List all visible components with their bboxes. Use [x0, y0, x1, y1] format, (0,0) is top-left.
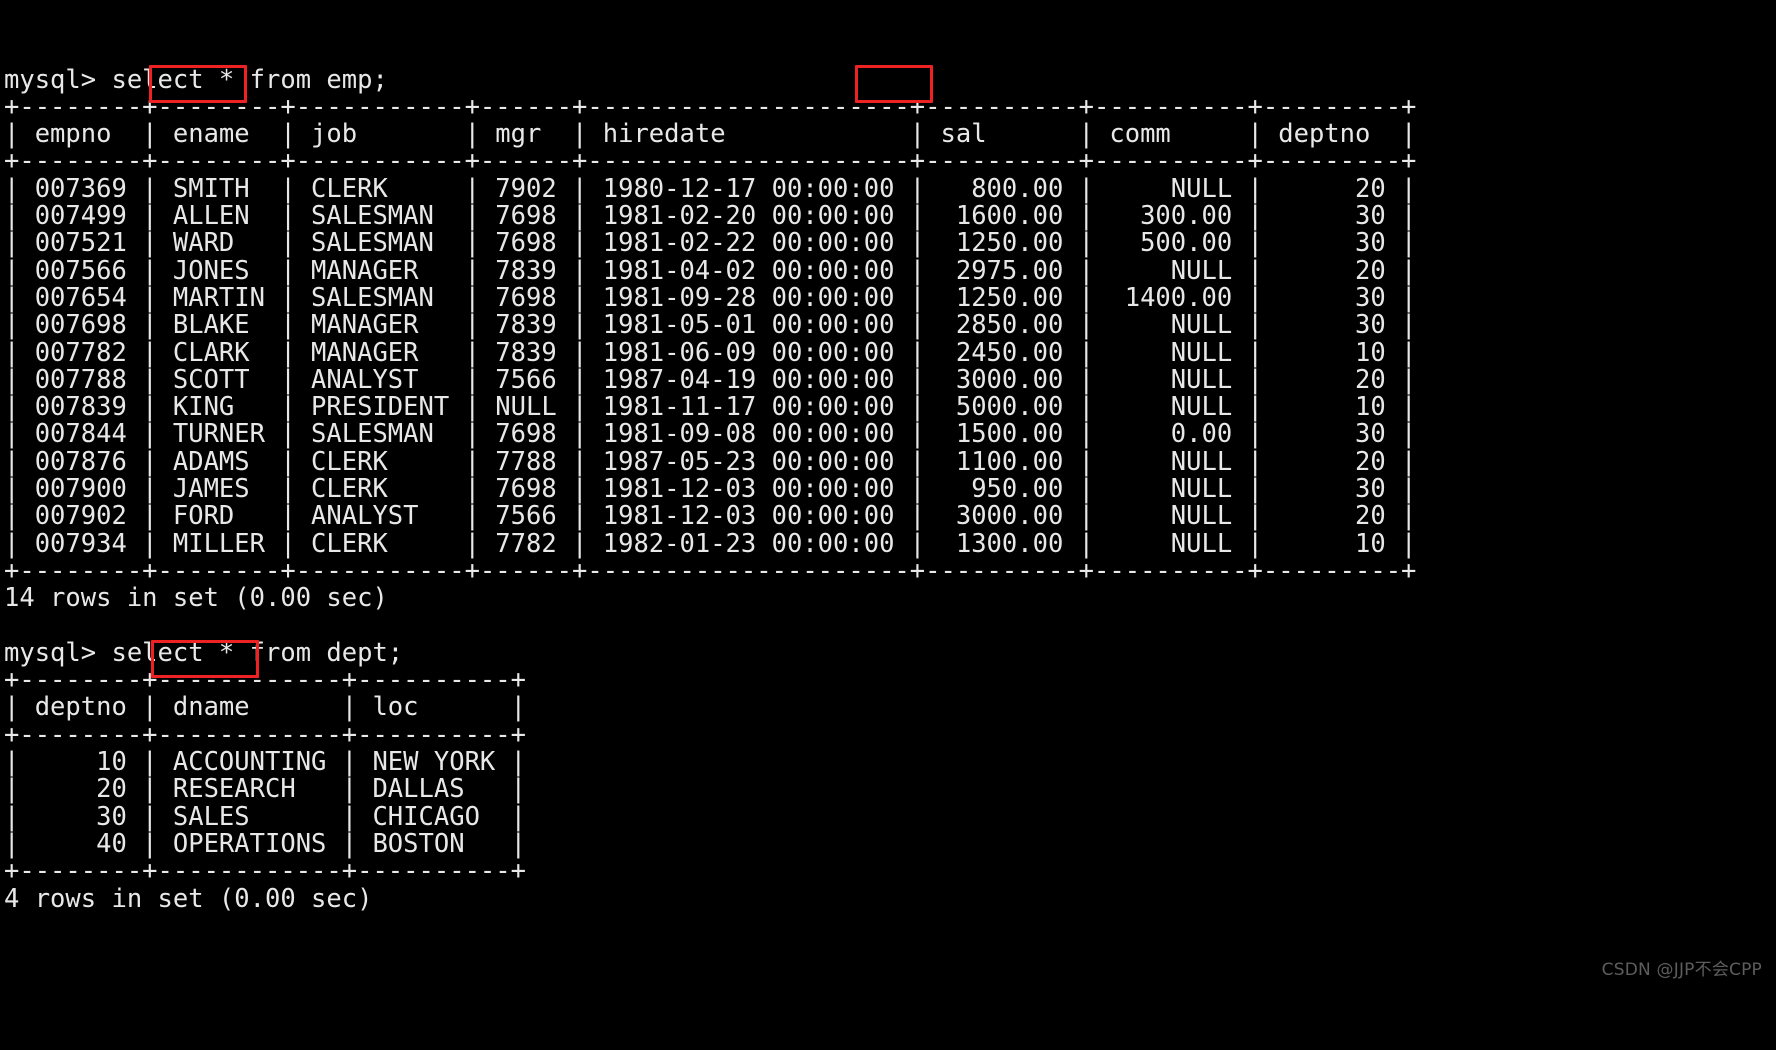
table-row: | 007902 | FORD | ANALYST | 7566 | 1981-… — [4, 501, 1417, 532]
table-rule: +--------+--------+-----------+------+--… — [4, 91, 1417, 122]
table-row: | 20 | RESEARCH | DALLAS | — [4, 774, 526, 805]
command-line-emp: mysql> select * from emp; — [4, 64, 388, 95]
table-row: | 007566 | JONES | MANAGER | 7839 | 1981… — [4, 255, 1417, 286]
table-header-row: | deptno | dname | loc | — [4, 692, 526, 723]
table-row: | 007900 | JAMES | CLERK | 7698 | 1981-1… — [4, 474, 1417, 505]
table-rule: +--------+------------+----------+ — [4, 856, 526, 887]
terminal-output[interactable]: mysql> select * from emp; +--------+-----… — [0, 0, 1776, 994]
table-rule: +--------+------------+----------+ — [4, 719, 526, 750]
table-row: | 30 | SALES | CHICAGO | — [4, 801, 526, 832]
watermark: CSDN @JJP不会CPP — [1601, 959, 1762, 980]
table-row: | 007844 | TURNER | SALESMAN | 7698 | 19… — [4, 419, 1417, 450]
table-row: | 007521 | WARD | SALESMAN | 7698 | 1981… — [4, 228, 1417, 259]
table-row: | 007876 | ADAMS | CLERK | 7788 | 1987-0… — [4, 446, 1417, 477]
table-rule: +--------+--------+-----------+------+--… — [4, 555, 1417, 586]
table-row: | 007788 | SCOTT | ANALYST | 7566 | 1987… — [4, 364, 1417, 395]
table-row: | 007654 | MARTIN | SALESMAN | 7698 | 19… — [4, 282, 1417, 313]
table-row: | 007369 | SMITH | CLERK | 7902 | 1980-1… — [4, 173, 1417, 204]
table-row: | 10 | ACCOUNTING | NEW YORK | — [4, 747, 526, 778]
table-rule: +--------+--------+-----------+------+--… — [4, 146, 1417, 177]
table-rule: +--------+------------+----------+ — [4, 665, 526, 696]
table-row: | 007839 | KING | PRESIDENT | NULL | 198… — [4, 392, 1417, 423]
result-status: 4 rows in set (0.00 sec) — [4, 883, 373, 914]
table-row: | 007499 | ALLEN | SALESMAN | 7698 | 198… — [4, 201, 1417, 232]
table-header-row: | empno | ename | job | mgr | hiredate |… — [4, 119, 1417, 150]
table-row: | 007698 | BLAKE | MANAGER | 7839 | 1981… — [4, 310, 1417, 341]
result-status: 14 rows in set (0.00 sec) — [4, 583, 388, 614]
table-row: | 007782 | CLARK | MANAGER | 7839 | 1981… — [4, 337, 1417, 368]
table-row: | 007934 | MILLER | CLERK | 7782 | 1982-… — [4, 528, 1417, 559]
command-line-dept: mysql> select * from dept; — [4, 637, 404, 668]
table-row: | 40 | OPERATIONS | BOSTON | — [4, 828, 526, 859]
console-lines: mysql> select * from emp; +--------+-----… — [4, 64, 1776, 914]
